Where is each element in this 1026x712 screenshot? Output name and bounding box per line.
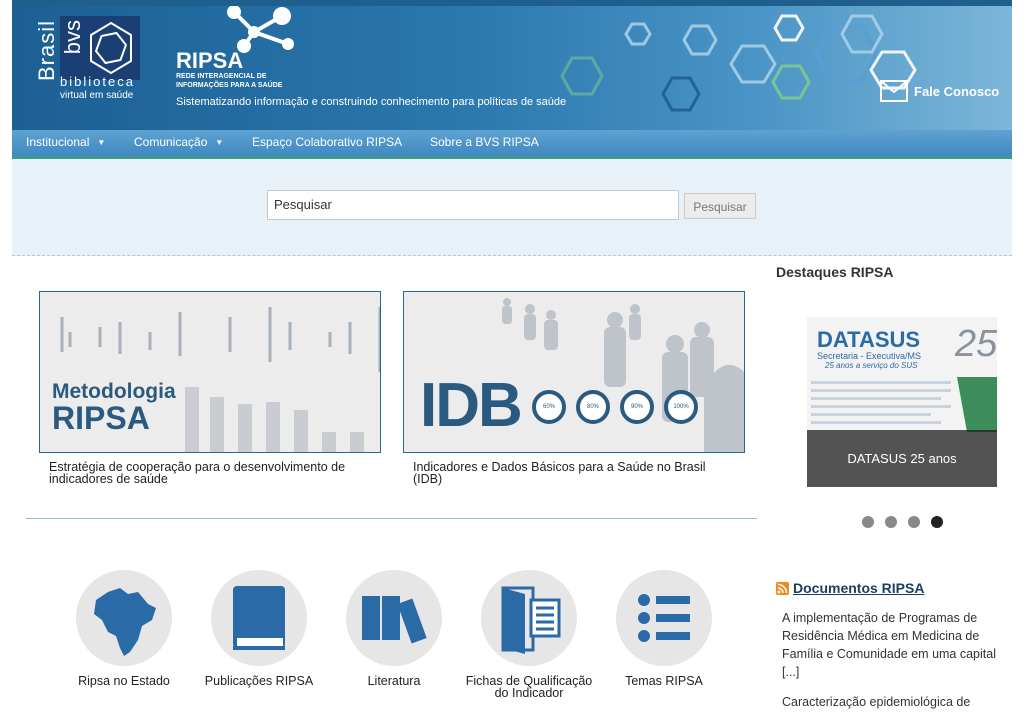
- gauge-ring: 100%: [664, 390, 698, 424]
- slide-dot[interactable]: [908, 516, 920, 528]
- gauge-label: 100%: [673, 404, 689, 410]
- hexagon-decoration: [560, 14, 917, 112]
- slide-pagination: [862, 516, 943, 528]
- list-icon: [638, 594, 690, 642]
- slide-dot[interactable]: [862, 516, 874, 528]
- ripsa-title[interactable]: RIPSA: [176, 48, 243, 74]
- nav-item-comunicacao[interactable]: Comunicação ▼: [134, 135, 223, 149]
- shortcut-temas[interactable]: [616, 570, 712, 666]
- gauge-label: 90%: [630, 404, 643, 410]
- gauge-label: 80%: [586, 404, 599, 410]
- shortcut-label[interactable]: Temas RIPSA: [599, 675, 729, 688]
- gauge-label: 60%: [542, 404, 555, 410]
- rss-icon: [776, 581, 789, 595]
- ripsa-logo-icon: [227, 6, 294, 53]
- shortcut-fichas[interactable]: [481, 570, 577, 666]
- nav-item-institucional[interactable]: Institucional ▼: [26, 135, 105, 149]
- slide-title: DATASUS: [817, 327, 921, 352]
- brazil-map-icon: [94, 588, 156, 656]
- bvs-label: bvs: [60, 20, 85, 55]
- page-frame: Brasil bvs biblioteca virtual em saúde R…: [12, 0, 1012, 712]
- document-item[interactable]: Caracterização epidemiológica de: [782, 693, 997, 711]
- contact-link[interactable]: Fale Conosco: [880, 80, 999, 102]
- main-nav: Institucional ▼ Comunicação ▼ Espaço Colab…: [12, 130, 1012, 159]
- slide-subtitle: Secretaria - Executiva/MS: [817, 351, 922, 361]
- virtual-label: virtual em saúde: [60, 90, 134, 101]
- nav-item-label: Institucional: [26, 135, 90, 149]
- shortcut-ripsa-estado[interactable]: [76, 570, 172, 666]
- brasil-label: Brasil: [34, 20, 59, 82]
- highlight-slide[interactable]: DATASUS Secretaria - Executiva/MS 25 ano…: [807, 317, 997, 487]
- biblioteca-label: biblioteca: [60, 74, 135, 89]
- search-button[interactable]: Pesquisar: [684, 193, 756, 219]
- slide-dot-active[interactable]: [931, 516, 943, 528]
- site-header: Brasil bvs biblioteca virtual em saúde R…: [12, 6, 1012, 130]
- highlights-title: Destaques RIPSA: [776, 264, 894, 280]
- shortcut-label[interactable]: Literatura: [329, 675, 459, 688]
- door-document-icon: [501, 586, 561, 654]
- idb-gauges: 60% 80% 90% 100%: [532, 390, 698, 424]
- slide-caption[interactable]: DATASUS 25 anos: [807, 430, 997, 487]
- nav-item-sobre[interactable]: Sobre a BVS RIPSA: [430, 135, 539, 149]
- nav-item-label: Sobre a BVS RIPSA: [430, 135, 539, 149]
- slide-subtitle: 25 anos a serviço do SUS: [825, 361, 918, 370]
- site-tagline: Sistematizando informação e construindo …: [176, 96, 567, 108]
- search-input[interactable]: Pesquisar: [267, 190, 679, 220]
- mail-icon: [880, 80, 908, 102]
- shortcut-publicacoes[interactable]: [211, 570, 307, 666]
- nav-item-label: Comunicação: [134, 135, 208, 149]
- gauge-ring: 60%: [532, 390, 566, 424]
- shortcut-label[interactable]: Publicações RIPSA: [194, 675, 324, 688]
- slide-decor-image: [811, 377, 997, 432]
- shortcut-label[interactable]: Ripsa no Estado: [59, 675, 189, 688]
- documents-title-label: Documentos RIPSA: [793, 580, 925, 596]
- card-caption[interactable]: Estratégia de cooperação para o desenvol…: [49, 461, 369, 486]
- content-divider: [26, 518, 757, 519]
- search-band: Pesquisar Pesquisar: [12, 159, 1012, 256]
- ripsa-subtitle: REDE INTERAGENCIAL DE INFORMAÇÕES PARA A…: [176, 73, 283, 89]
- gauge-ring: 80%: [576, 390, 610, 424]
- documents-title[interactable]: Documentos RIPSA: [776, 580, 924, 596]
- slide-badge-number: 25: [955, 323, 997, 365]
- card-caption[interactable]: Indicadores e Dados Básicos para a Saúde…: [413, 461, 733, 486]
- caret-down-icon: ▼: [215, 138, 224, 148]
- slide-dot[interactable]: [885, 516, 897, 528]
- card-metodologia[interactable]: Metodologia RIPSA: [39, 291, 381, 453]
- card-image-title: RIPSA: [52, 400, 150, 436]
- contact-label: Fale Conosco: [914, 83, 1000, 99]
- shortcut-literatura[interactable]: [346, 570, 442, 666]
- books-icon: [362, 596, 427, 644]
- card-idb[interactable]: IDB 60% 80% 90% 100%: [403, 291, 745, 453]
- shortcut-label[interactable]: Fichas de Qualificação do Indicador: [464, 675, 594, 700]
- gauge-ring: 90%: [620, 390, 654, 424]
- document-item[interactable]: A implementação de Programas de Residênc…: [782, 609, 997, 681]
- card-image-title: IDB: [420, 371, 523, 440]
- book-icon: [233, 586, 285, 650]
- bvs-logo-icon: [90, 21, 132, 75]
- caret-down-icon: ▼: [97, 138, 106, 148]
- nav-item-espaco-colaborativo[interactable]: Espaço Colaborativo RIPSA: [252, 135, 402, 149]
- nav-item-label: Espaço Colaborativo RIPSA: [252, 135, 403, 149]
